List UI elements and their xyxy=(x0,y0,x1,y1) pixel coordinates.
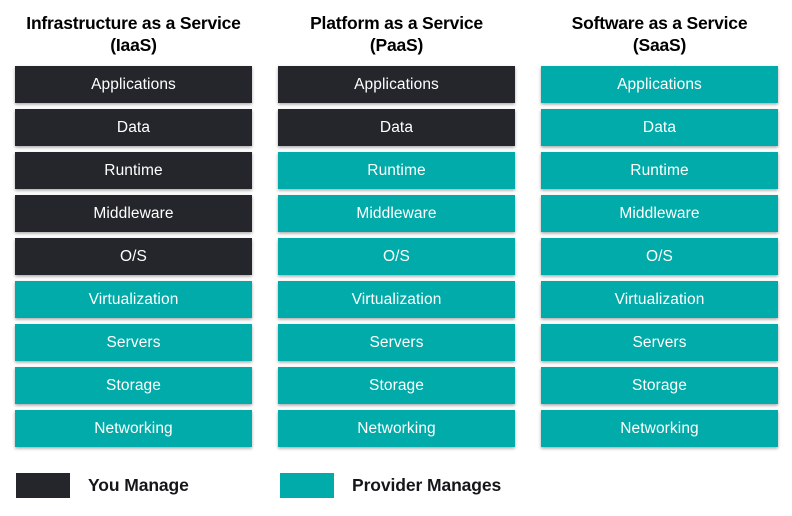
layer-row: Storage xyxy=(278,367,515,404)
service-model-column-paas: Platform as a Service (PaaS) Application… xyxy=(278,12,515,447)
legend-label-you-manage: You Manage xyxy=(88,474,189,495)
layer-row: O/S xyxy=(278,238,515,275)
cloud-service-models-diagram: Infrastructure as a Service (IaaS) Appli… xyxy=(0,0,792,516)
column-title-line1: Software as a Service xyxy=(571,13,748,33)
layer-row: Applications xyxy=(15,66,252,103)
layer-row: Runtime xyxy=(15,152,252,189)
column-title-paas: Platform as a Service (PaaS) xyxy=(278,12,515,56)
layer-row: Networking xyxy=(541,410,778,447)
column-title-line2: (SaaS) xyxy=(632,35,687,55)
layer-row: Runtime xyxy=(541,152,778,189)
layer-row: Middleware xyxy=(278,195,515,232)
service-model-column-iaas: Infrastructure as a Service (IaaS) Appli… xyxy=(15,12,252,447)
layer-row: Servers xyxy=(278,324,515,361)
layer-row: Servers xyxy=(15,324,252,361)
layer-row: Networking xyxy=(15,410,252,447)
column-title-line1: Infrastructure as a Service xyxy=(26,13,241,33)
legend-label-provider-manages: Provider Manages xyxy=(352,474,502,495)
layer-row: Runtime xyxy=(278,152,515,189)
column-title-line2: (IaaS) xyxy=(110,35,157,55)
legend-entry-you-manage: You Manage xyxy=(16,472,280,498)
layer-row: Middleware xyxy=(15,195,252,232)
layer-row: Virtualization xyxy=(541,281,778,318)
layer-row: Storage xyxy=(15,367,252,404)
legend-entry-provider-manages: Provider Manages xyxy=(280,472,502,498)
layer-row: Networking xyxy=(278,410,515,447)
service-model-column-saas: Software as a Service (SaaS) Application… xyxy=(541,12,778,447)
legend: You Manage Provider Manages xyxy=(16,470,776,500)
legend-swatch-you-manage xyxy=(16,472,70,498)
layer-row: Data xyxy=(278,109,515,146)
service-model-columns: Infrastructure as a Service (IaaS) Appli… xyxy=(15,12,778,452)
layer-row: Virtualization xyxy=(278,281,515,318)
layer-stack-paas: Applications Data Runtime Middleware O/S… xyxy=(278,66,515,447)
layer-row: Storage xyxy=(541,367,778,404)
layer-row: Servers xyxy=(541,324,778,361)
layer-row: Data xyxy=(541,109,778,146)
layer-row: Data xyxy=(15,109,252,146)
layer-row: O/S xyxy=(15,238,252,275)
column-title-iaas: Infrastructure as a Service (IaaS) xyxy=(15,12,252,56)
layer-row: O/S xyxy=(541,238,778,275)
layer-row: Applications xyxy=(541,66,778,103)
column-title-line1: Platform as a Service xyxy=(310,13,483,33)
layer-row: Middleware xyxy=(541,195,778,232)
layer-row: Virtualization xyxy=(15,281,252,318)
layer-stack-iaas: Applications Data Runtime Middleware O/S… xyxy=(15,66,252,447)
layer-row: Applications xyxy=(278,66,515,103)
column-title-saas: Software as a Service (SaaS) xyxy=(541,12,778,56)
column-title-line2: (PaaS) xyxy=(369,35,424,55)
legend-swatch-provider-manages xyxy=(280,472,334,498)
layer-stack-saas: Applications Data Runtime Middleware O/S… xyxy=(541,66,778,447)
